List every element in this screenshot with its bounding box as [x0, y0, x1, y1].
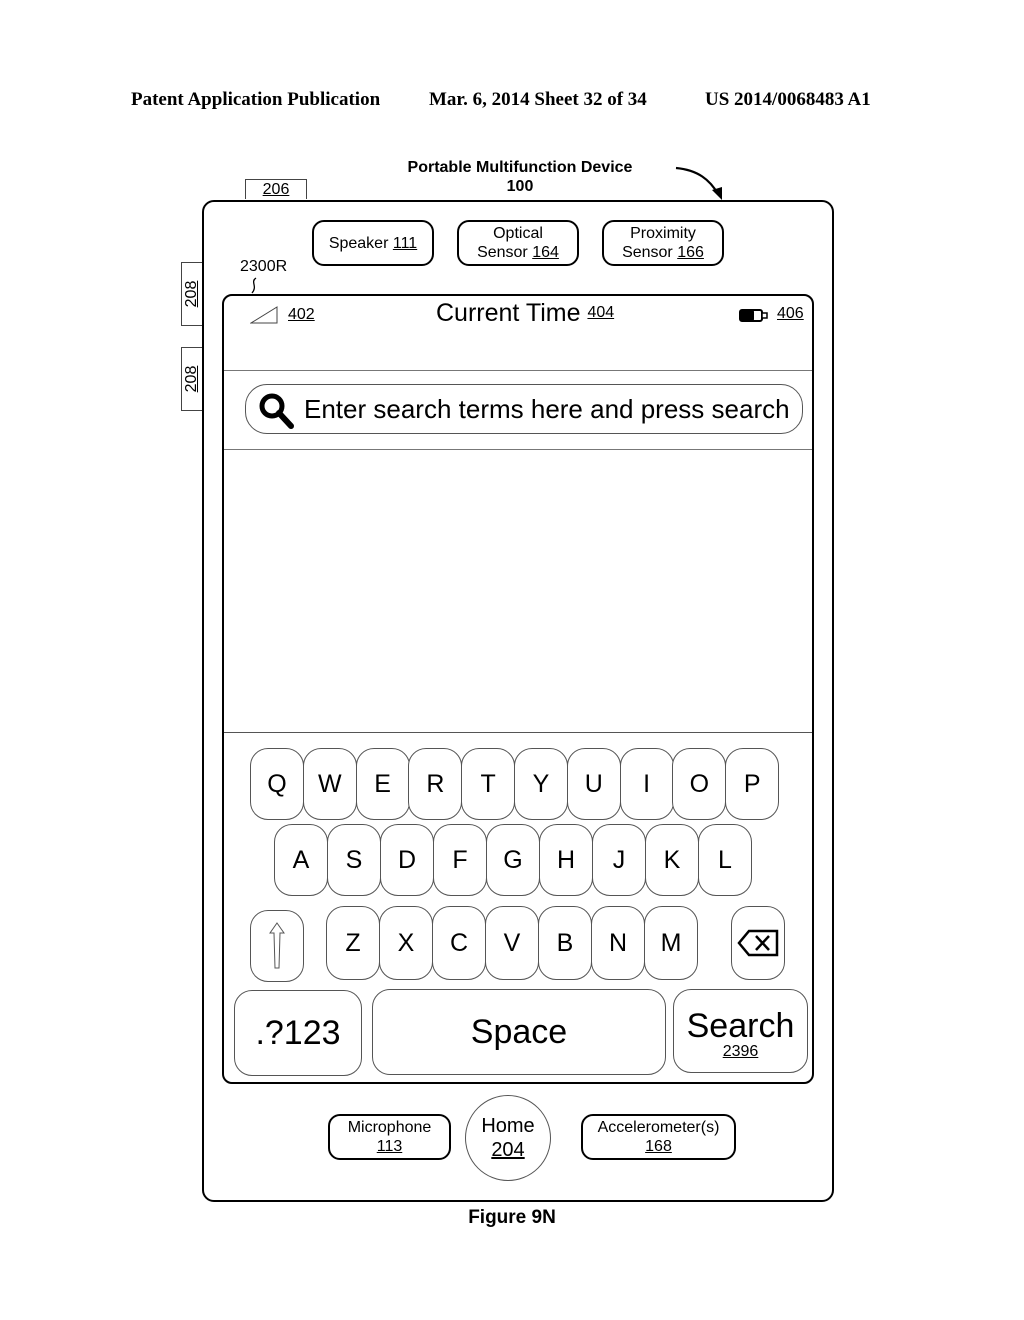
- key-o[interactable]: O: [672, 748, 727, 820]
- ui-ref-label: 2300R: [240, 258, 288, 275]
- signal-ref: 402: [288, 306, 315, 323]
- speaker-ref: 111: [392, 234, 418, 252]
- optical-sensor-164: Optical Sensor 164: [457, 220, 579, 266]
- backspace-key[interactable]: [731, 906, 785, 980]
- key-c[interactable]: C: [432, 906, 486, 980]
- touch-screen: 402 Current Time 404 406 Enter search te…: [222, 294, 814, 1084]
- microphone-ref: 113: [376, 1138, 403, 1155]
- tab-ref: 206: [262, 181, 290, 198]
- microphone-113: Microphone 113: [328, 1114, 451, 1160]
- reference-arrow-icon: [675, 166, 722, 200]
- optical-label2: Sensor: [477, 244, 528, 261]
- search-key-label: Search: [686, 1007, 795, 1045]
- key-e[interactable]: E: [355, 748, 410, 820]
- battery-ref: 406: [777, 305, 804, 322]
- shift-key[interactable]: [250, 910, 304, 982]
- key-x[interactable]: X: [379, 906, 433, 980]
- search-row: Enter search terms here and press search: [224, 371, 812, 450]
- accelerometer-label: Accelerometer(s): [597, 1119, 720, 1136]
- time-ref: 404: [587, 304, 615, 321]
- key-r[interactable]: R: [408, 748, 463, 820]
- speaker-111: Speaker 111: [312, 220, 434, 266]
- battery-icon: [739, 309, 768, 322]
- side-button-208[interactable]: 208: [181, 347, 202, 411]
- shift-arrow-icon: [269, 922, 285, 969]
- device-ref: 100: [506, 178, 534, 195]
- magnifier-icon: [259, 393, 294, 429]
- key-b[interactable]: B: [538, 906, 592, 980]
- key-z[interactable]: Z: [326, 906, 380, 980]
- patent-number: US 2014/0068483 A1: [705, 89, 871, 110]
- home-label: Home: [481, 1115, 535, 1137]
- key-y[interactable]: Y: [514, 748, 568, 820]
- key-s[interactable]: S: [327, 824, 381, 896]
- space-key[interactable]: Space: [372, 989, 666, 1075]
- device-title-label: Portable Multifunction Device: [407, 159, 633, 176]
- squiggle-leader-icon: [251, 277, 257, 294]
- key-j[interactable]: J: [592, 824, 646, 896]
- key-i[interactable]: I: [619, 748, 674, 820]
- key-u[interactable]: U: [566, 748, 621, 820]
- backspace-icon: [737, 929, 779, 957]
- device-tab-206: 206: [245, 179, 307, 199]
- key-v[interactable]: V: [485, 906, 539, 980]
- optical-label: Optical: [493, 225, 543, 242]
- proximity-sensor-166: Proximity Sensor 166: [602, 220, 724, 266]
- key-t[interactable]: T: [461, 748, 516, 820]
- search-results-area: [224, 450, 812, 733]
- search-input[interactable]: Enter search terms here and press search: [245, 384, 803, 434]
- key-d[interactable]: D: [380, 824, 434, 896]
- key-n[interactable]: N: [591, 906, 645, 980]
- publication-title: Patent Application Publication: [131, 89, 381, 110]
- key-g[interactable]: G: [486, 824, 540, 896]
- key-h[interactable]: H: [539, 824, 593, 896]
- status-bar: 402 Current Time 404 406: [224, 296, 812, 371]
- device-title: Portable Multifunction Device 100: [380, 158, 660, 196]
- accelerometer-168: Accelerometer(s) 168: [581, 1114, 736, 1160]
- accelerometer-ref: 168: [645, 1138, 672, 1155]
- date-sheet: Mar. 6, 2014 Sheet 32 of 34: [429, 89, 647, 110]
- home-button[interactable]: Home 204: [465, 1095, 551, 1181]
- search-key-ref: 2396: [722, 1043, 759, 1060]
- side-button-ref: 208: [183, 280, 200, 308]
- side-button-ref: 208: [183, 365, 200, 393]
- proximity-label: Proximity: [630, 225, 696, 242]
- speaker-label: Speaker: [328, 234, 389, 252]
- search-placeholder: Enter search terms here and press search: [304, 394, 790, 424]
- key-w[interactable]: W: [302, 748, 357, 820]
- search-key[interactable]: Search 2396: [673, 989, 808, 1073]
- side-button-208[interactable]: 208: [181, 262, 202, 326]
- optical-ref: 164: [532, 244, 559, 261]
- signal-strength-icon: [250, 306, 278, 324]
- key-k[interactable]: K: [645, 824, 699, 896]
- figure-caption: Figure 9N: [468, 1207, 556, 1228]
- key-p[interactable]: P: [725, 748, 780, 820]
- key-m[interactable]: M: [644, 906, 698, 980]
- microphone-label: Microphone: [347, 1119, 432, 1136]
- proximity-ref: 166: [677, 244, 704, 261]
- key-f[interactable]: F: [433, 824, 487, 896]
- key-a[interactable]: A: [274, 824, 328, 896]
- current-time: Current Time 404: [436, 299, 614, 328]
- key-l[interactable]: L: [698, 824, 752, 896]
- key-q[interactable]: Q: [250, 748, 304, 820]
- time-label: Current Time: [436, 299, 581, 327]
- numbers-key[interactable]: .?123: [234, 990, 362, 1076]
- home-ref: 204: [491, 1139, 525, 1161]
- proximity-label2: Sensor: [622, 244, 673, 261]
